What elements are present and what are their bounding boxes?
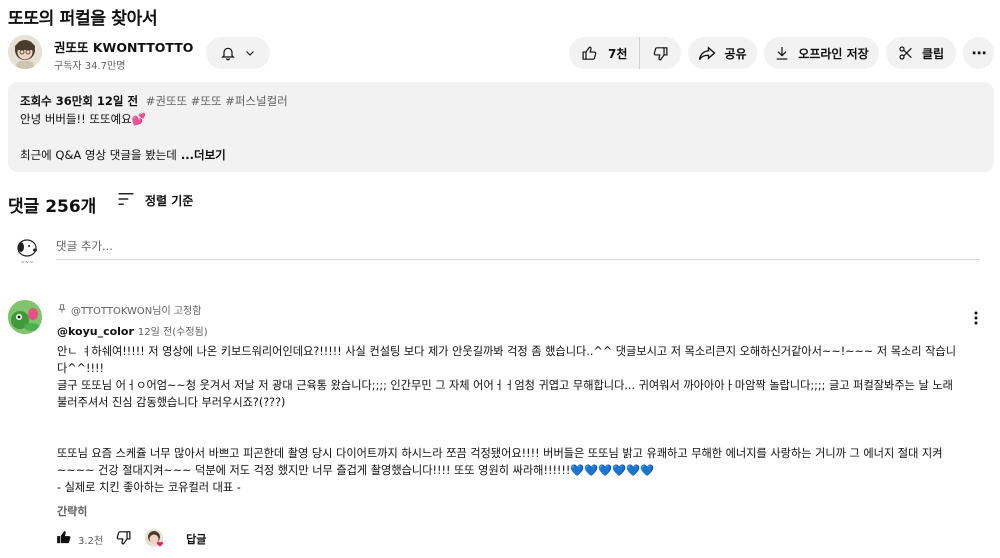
- download-label: 오프라인 저장: [798, 46, 869, 61]
- reply-button[interactable]: 답글: [186, 531, 206, 547]
- share-button[interactable]: 공유: [688, 37, 757, 69]
- comment-like-button[interactable]: [55, 529, 72, 549]
- bell-icon: [220, 45, 236, 61]
- comment-menu-button[interactable]: [968, 310, 984, 330]
- svg-text:~~~: ~~~: [21, 260, 34, 266]
- show-more-link[interactable]: ...더보기: [177, 148, 226, 162]
- like-count: 7천: [608, 46, 628, 61]
- notification-button[interactable]: [206, 37, 270, 69]
- user-avatar: ~~~: [13, 236, 41, 268]
- dislike-button[interactable]: [640, 37, 681, 69]
- thumbs-down-icon: [652, 45, 669, 62]
- sort-icon: [117, 192, 135, 209]
- view-count-date: 조회수 36만회 12일 전: [20, 94, 139, 108]
- pin-icon: [57, 303, 67, 317]
- sort-label: 정렬 기준: [145, 194, 194, 208]
- comment-actions: 3.2천 답글: [55, 528, 206, 550]
- commenter-avatar[interactable]: [8, 300, 42, 334]
- scissors-icon: [898, 45, 914, 61]
- download-button[interactable]: 오프라인 저장: [764, 37, 879, 69]
- thumbs-up-icon: [581, 45, 598, 62]
- clip-button[interactable]: 클립: [886, 37, 956, 69]
- share-icon: [698, 45, 716, 61]
- comments-count: 댓글 256개: [8, 197, 97, 217]
- thumbs-up-filled-icon: [55, 529, 72, 549]
- comment-author-line: @koyu_color 12일 전(수정됨): [57, 323, 208, 338]
- channel-name[interactable]: 권또또 KWONTTOTTO: [54, 37, 193, 56]
- subscriber-count: 구독자 34.7만명: [54, 61, 126, 72]
- heart-emoji: 💕: [131, 112, 147, 126]
- sort-button[interactable]: 정렬 기준: [117, 192, 193, 209]
- hashtags[interactable]: #권또또 #또또 #퍼스널컬러: [146, 94, 288, 108]
- channel-avatar[interactable]: [8, 35, 42, 69]
- vertical-dots-icon: [968, 311, 984, 330]
- add-comment-input[interactable]: 댓글 추가...: [56, 238, 980, 260]
- description-line-2: 최근에 Q&A 영상 댓글을 봤는데: [20, 148, 177, 162]
- more-actions-button[interactable]: ⋯: [963, 37, 994, 69]
- download-icon: [774, 45, 790, 61]
- comment-time[interactable]: 12일 전(수정됨): [138, 327, 208, 338]
- chevron-down-icon: [244, 47, 256, 59]
- pinned-by-text: @TTOTTOKWON님이 고정함: [71, 306, 202, 317]
- clip-label: 클립: [921, 46, 945, 61]
- video-title: 또또의 퍼컬을 찾아서: [8, 9, 158, 29]
- description-box[interactable]: 조회수 36만회 12일 전 #권또또 #또또 #퍼스널컬러 안녕 버버들!! …: [8, 82, 994, 172]
- show-less-link[interactable]: 간략히: [57, 503, 87, 519]
- description-line-1: 안녕 버버들!! 또또예요: [20, 112, 132, 126]
- comment-like-count: 3.2천: [78, 535, 104, 547]
- thumbs-down-icon: [115, 529, 132, 549]
- pinned-label: @TTOTTOKWON님이 고정함: [57, 302, 201, 317]
- like-button[interactable]: 7천: [569, 37, 641, 69]
- comment-dislike-button[interactable]: [115, 529, 132, 549]
- more-icon: ⋯: [971, 44, 987, 62]
- creator-heart-badge: [144, 528, 166, 550]
- like-dislike-group: 7천: [569, 37, 681, 69]
- comment-text: 안ㄴ ㅕ하쉐여!!!!! 저 영상에 나온 키보드워리어인데요?!!!!! 사실…: [57, 345, 957, 494]
- share-label: 공유: [724, 46, 747, 61]
- comment-author[interactable]: @koyu_color: [57, 325, 134, 338]
